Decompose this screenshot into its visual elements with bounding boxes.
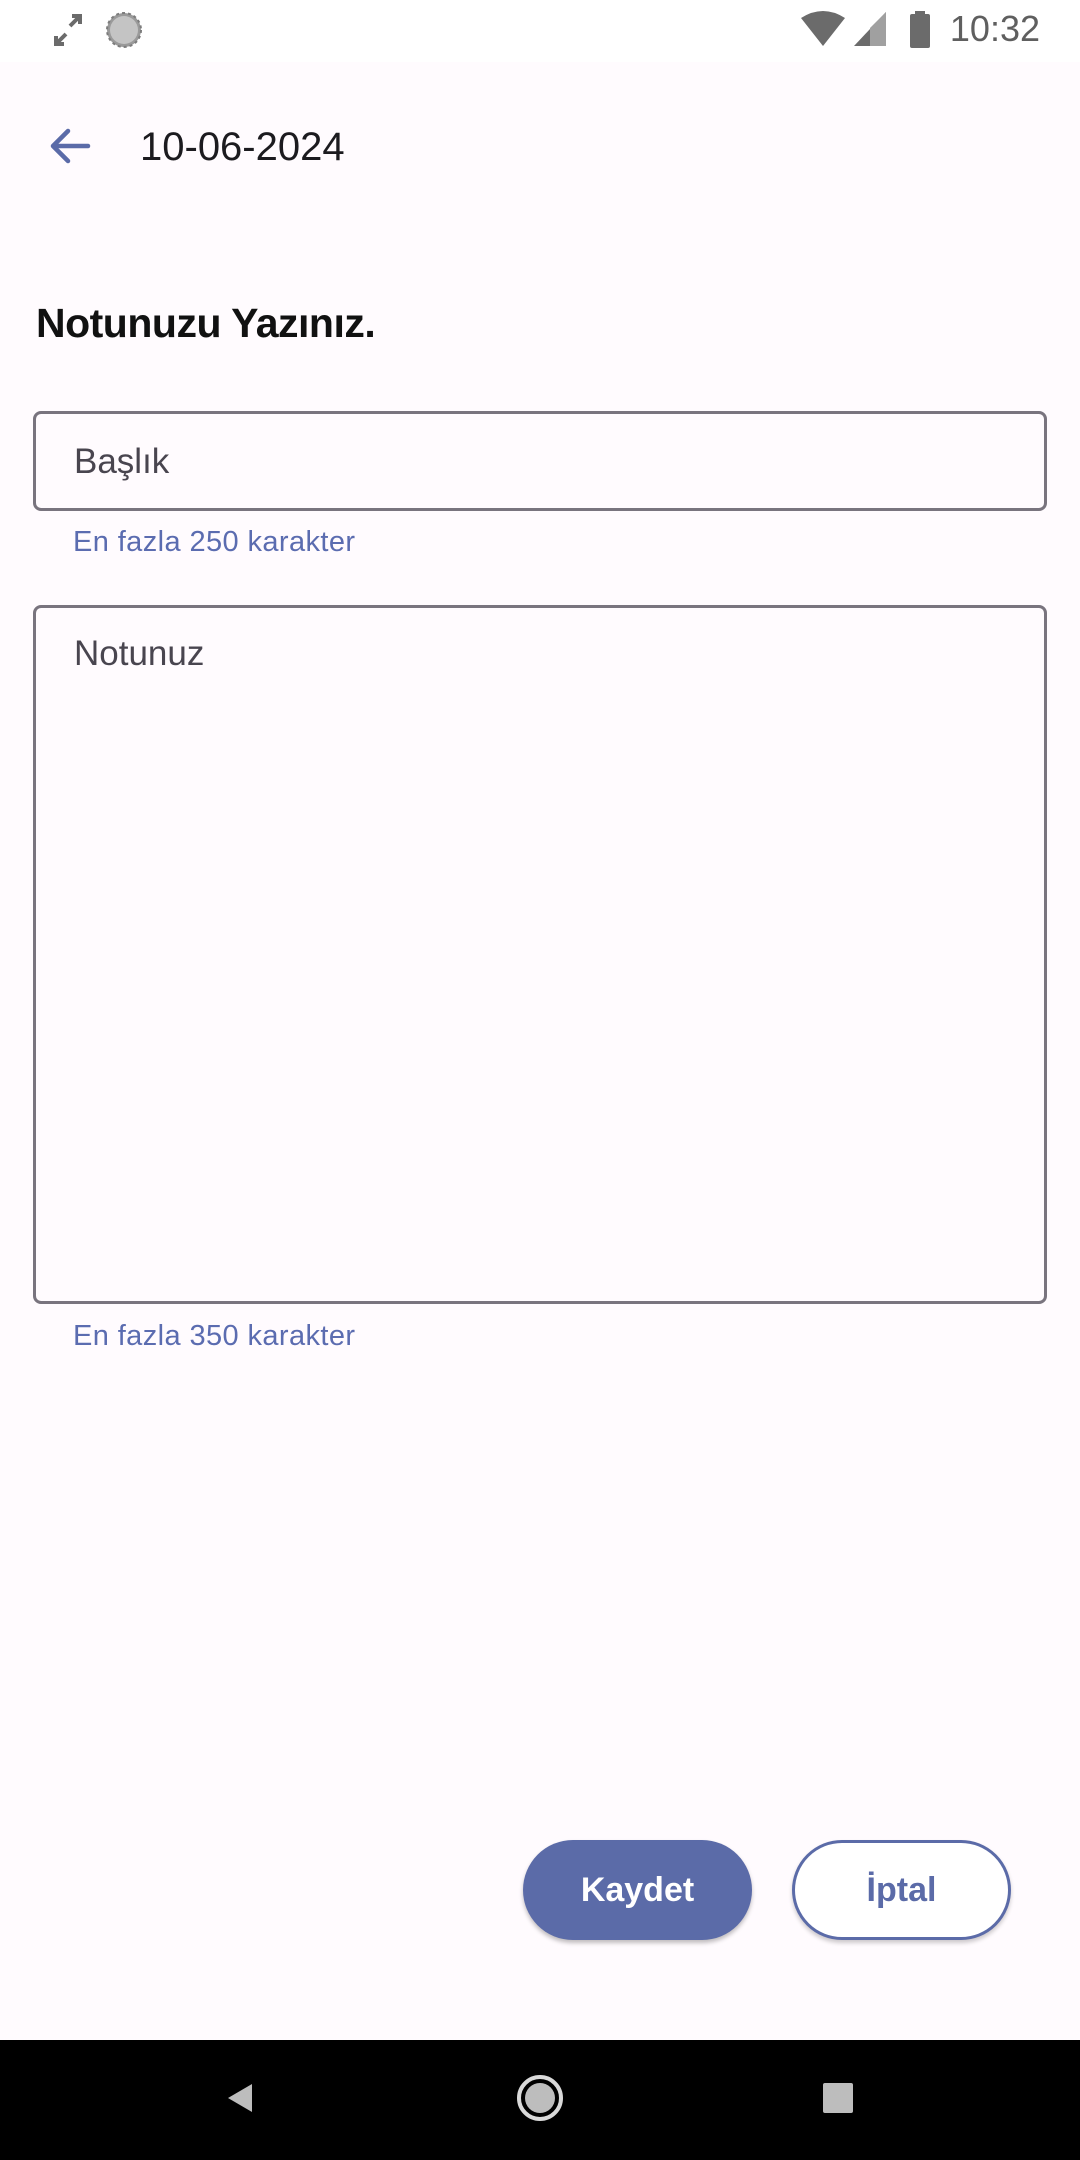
cancel-button[interactable]: İptal: [792, 1840, 1011, 1940]
home-circle-icon: [515, 2073, 565, 2128]
app-bar: 10-06-2024: [0, 62, 1080, 236]
status-time: 10:32: [949, 8, 1040, 49]
title-helper-text: En fazla 250 karakter: [73, 526, 356, 558]
page-title: 10-06-2024: [140, 125, 345, 169]
title-input[interactable]: [74, 440, 1006, 484]
status-bar: 10:32: [0, 0, 1080, 62]
system-nav-bar: [0, 2040, 1080, 2160]
form-heading: Notunuzu Yazınız.: [36, 300, 376, 346]
note-helper-text: En fazla 350 karakter: [73, 1320, 356, 1352]
cell-signal-icon: [852, 10, 888, 55]
screen-rotate-icon: [50, 10, 86, 55]
battery-icon: [908, 10, 932, 55]
note-textarea[interactable]: [74, 634, 1006, 1275]
nav-recents-button[interactable]: [798, 2060, 878, 2140]
nav-home-button[interactable]: [500, 2060, 580, 2140]
save-button[interactable]: Kaydet: [523, 1840, 752, 1940]
title-field[interactable]: [33, 411, 1047, 511]
note-field[interactable]: [33, 605, 1047, 1304]
sync-icon: [104, 10, 144, 55]
arrow-back-icon: [46, 122, 94, 175]
note-editor-screen: 10:32 10-06-2024 Notunuzu Yazınız. En fa…: [0, 0, 1080, 2160]
back-button[interactable]: [28, 106, 112, 190]
back-triangle-icon: [222, 2080, 258, 2121]
nav-back-button[interactable]: [200, 2060, 280, 2140]
recents-square-icon: [821, 2081, 855, 2120]
wifi-icon: [800, 10, 846, 55]
